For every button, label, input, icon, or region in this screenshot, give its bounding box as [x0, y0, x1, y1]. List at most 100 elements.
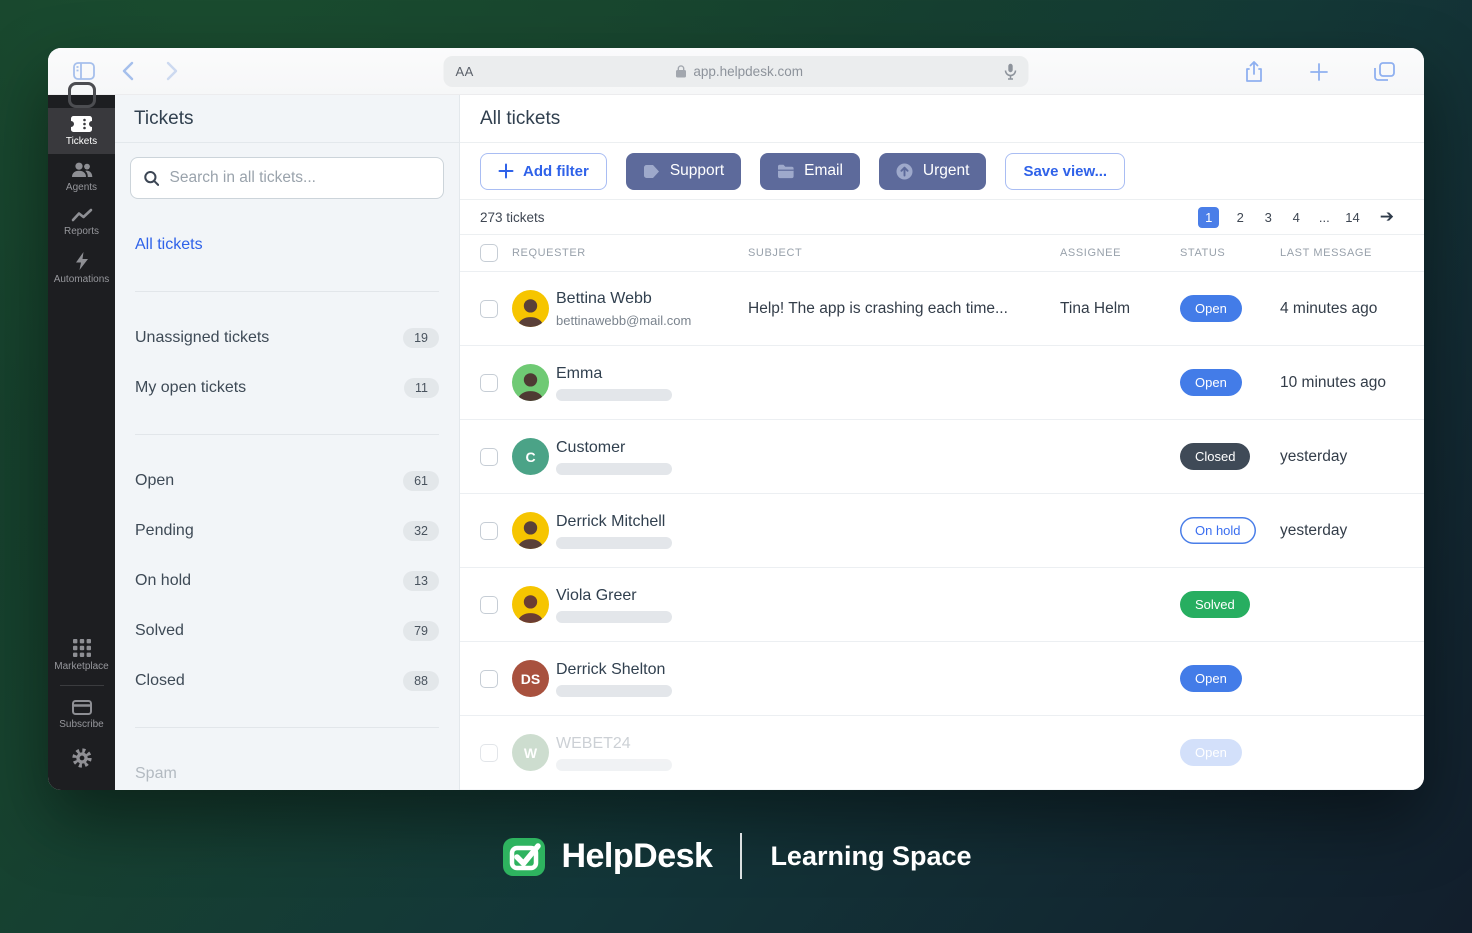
rail-item-tickets[interactable]: Tickets	[48, 108, 115, 154]
row-checkbox[interactable]	[480, 596, 498, 614]
ticket-search[interactable]	[130, 157, 444, 199]
page-title: All tickets	[460, 95, 1424, 143]
select-all-checkbox[interactable]	[480, 244, 498, 262]
ticket-row[interactable]: W WEBET24 Open	[460, 716, 1424, 790]
view-my-open-tickets[interactable]: My open tickets 11	[135, 363, 439, 413]
status-badge[interactable]: Open	[1180, 295, 1242, 322]
sidebar-toggle-icon[interactable]	[72, 59, 96, 83]
filter-chip-urgent[interactable]: Urgent	[879, 153, 987, 190]
count-badge: 79	[403, 621, 439, 641]
chats-icon[interactable]	[68, 82, 96, 108]
rail-item-agents[interactable]: Agents	[48, 154, 115, 200]
address-bar[interactable]: AA app.helpdesk.com	[444, 56, 1029, 87]
status-badge[interactable]: Solved	[1180, 591, 1250, 618]
add-filter-button[interactable]: Add filter	[480, 153, 607, 190]
ticket-row[interactable]: Bettina Webb bettinawebb@mail.com Help! …	[460, 272, 1424, 346]
view-on-hold[interactable]: On hold 13	[135, 556, 439, 606]
placeholder-bar	[556, 685, 672, 697]
requester-name: Derrick Shelton	[556, 661, 748, 679]
page-2[interactable]: 2	[1233, 210, 1247, 225]
status-badge[interactable]: Closed	[1180, 443, 1250, 470]
rail-item-subscribe[interactable]: Subscribe	[48, 692, 115, 737]
new-tab-icon[interactable]	[1307, 60, 1331, 84]
view-solved[interactable]: Solved 79	[135, 606, 439, 656]
view-unassigned-tickets[interactable]: Unassigned tickets 19	[135, 313, 439, 363]
microphone-icon[interactable]	[1005, 63, 1017, 80]
status-badge[interactable]: Open	[1180, 369, 1242, 396]
tag-icon	[643, 164, 660, 179]
ticket-assignee: Tina Helm	[1060, 300, 1180, 318]
page-14[interactable]: 14	[1345, 210, 1359, 225]
table-header: REQUESTER SUBJECT ASSIGNEE STATUS LAST M…	[460, 235, 1424, 272]
status-badge[interactable]: On hold	[1180, 517, 1256, 544]
save-view-button[interactable]: Save view...	[1005, 153, 1125, 190]
requester-name: Emma	[556, 365, 748, 383]
row-checkbox[interactable]	[480, 744, 498, 762]
settings-gear-icon[interactable]	[71, 737, 93, 790]
avatar: C	[512, 438, 549, 475]
row-checkbox[interactable]	[480, 522, 498, 540]
view-all-tickets[interactable]: All tickets	[135, 220, 439, 270]
lightning-icon	[75, 252, 89, 270]
reader-mode-button[interactable]: AA	[456, 64, 474, 79]
ticket-row[interactable]: Emma Open 10 minutes ago	[460, 346, 1424, 420]
ticket-subject: Help! The app is crashing each time...	[748, 300, 1060, 318]
col-subject: SUBJECT	[748, 247, 1060, 259]
panel-title: Tickets	[115, 95, 459, 143]
chart-line-icon	[71, 208, 93, 222]
share-icon[interactable]	[1242, 60, 1266, 84]
page-4[interactable]: 4	[1289, 210, 1303, 225]
filter-chip-support[interactable]: Support	[626, 153, 741, 190]
card-icon	[72, 700, 92, 715]
row-checkbox[interactable]	[480, 448, 498, 466]
view-closed[interactable]: Closed 88	[135, 656, 439, 706]
rail-item-reports[interactable]: Reports	[48, 200, 115, 244]
ticket-count: 273 tickets	[480, 210, 545, 225]
row-checkbox[interactable]	[480, 300, 498, 318]
divider	[135, 434, 439, 435]
search-icon	[144, 170, 159, 187]
forward-icon[interactable]	[160, 59, 184, 83]
pagination: 1 2 3 4 ... 14 ➔	[1198, 207, 1394, 228]
status-badge[interactable]: Open	[1180, 739, 1242, 766]
row-checkbox[interactable]	[480, 374, 498, 392]
tickets-panel: Tickets All tickets Unassigned tickets 1…	[115, 95, 460, 790]
requester-name: Customer	[556, 439, 748, 457]
helpdesk-logo-icon	[500, 832, 548, 880]
arrow-up-circle-icon	[896, 163, 913, 180]
person-photo-icon	[512, 366, 549, 401]
last-message-time: yesterday	[1280, 448, 1424, 466]
list-meta-bar: 273 tickets 1 2 3 4 ... 14 ➔	[460, 200, 1424, 235]
page-ellipsis: ...	[1317, 210, 1331, 225]
person-photo-icon	[512, 514, 549, 549]
ticket-row[interactable]: C Customer Closed yesterday	[460, 420, 1424, 494]
page-3[interactable]: 3	[1261, 210, 1275, 225]
page-1[interactable]: 1	[1198, 207, 1219, 228]
placeholder-bar	[556, 611, 672, 623]
divider	[135, 291, 439, 292]
rail-item-marketplace[interactable]: Marketplace	[48, 631, 115, 679]
ticket-icon	[71, 116, 92, 132]
avatar	[512, 512, 549, 549]
view-open[interactable]: Open 61	[135, 456, 439, 506]
rail-item-automations[interactable]: Automations	[48, 244, 115, 292]
placeholder-bar	[556, 759, 672, 771]
requester-name: Viola Greer	[556, 587, 748, 605]
requester-name: WEBET24	[556, 735, 748, 753]
view-pending[interactable]: Pending 32	[135, 506, 439, 556]
filter-bar: Add filter Support Email	[460, 143, 1424, 200]
folder-icon	[777, 164, 794, 179]
back-icon[interactable]	[116, 59, 140, 83]
view-spam[interactable]: Spam	[135, 749, 439, 790]
count-badge: 11	[404, 378, 439, 398]
next-page-icon[interactable]: ➔	[1380, 207, 1394, 227]
ticket-row[interactable]: DS Derrick Shelton Open	[460, 642, 1424, 716]
row-checkbox[interactable]	[480, 670, 498, 688]
ticket-row[interactable]: Viola Greer Solved	[460, 568, 1424, 642]
search-input[interactable]	[169, 169, 430, 187]
ticket-row[interactable]: Derrick Mitchell On hold yesterday	[460, 494, 1424, 568]
tabs-overview-icon[interactable]	[1372, 60, 1396, 84]
filter-chip-email[interactable]: Email	[760, 153, 860, 190]
last-message-time: 10 minutes ago	[1280, 374, 1424, 392]
status-badge[interactable]: Open	[1180, 665, 1242, 692]
